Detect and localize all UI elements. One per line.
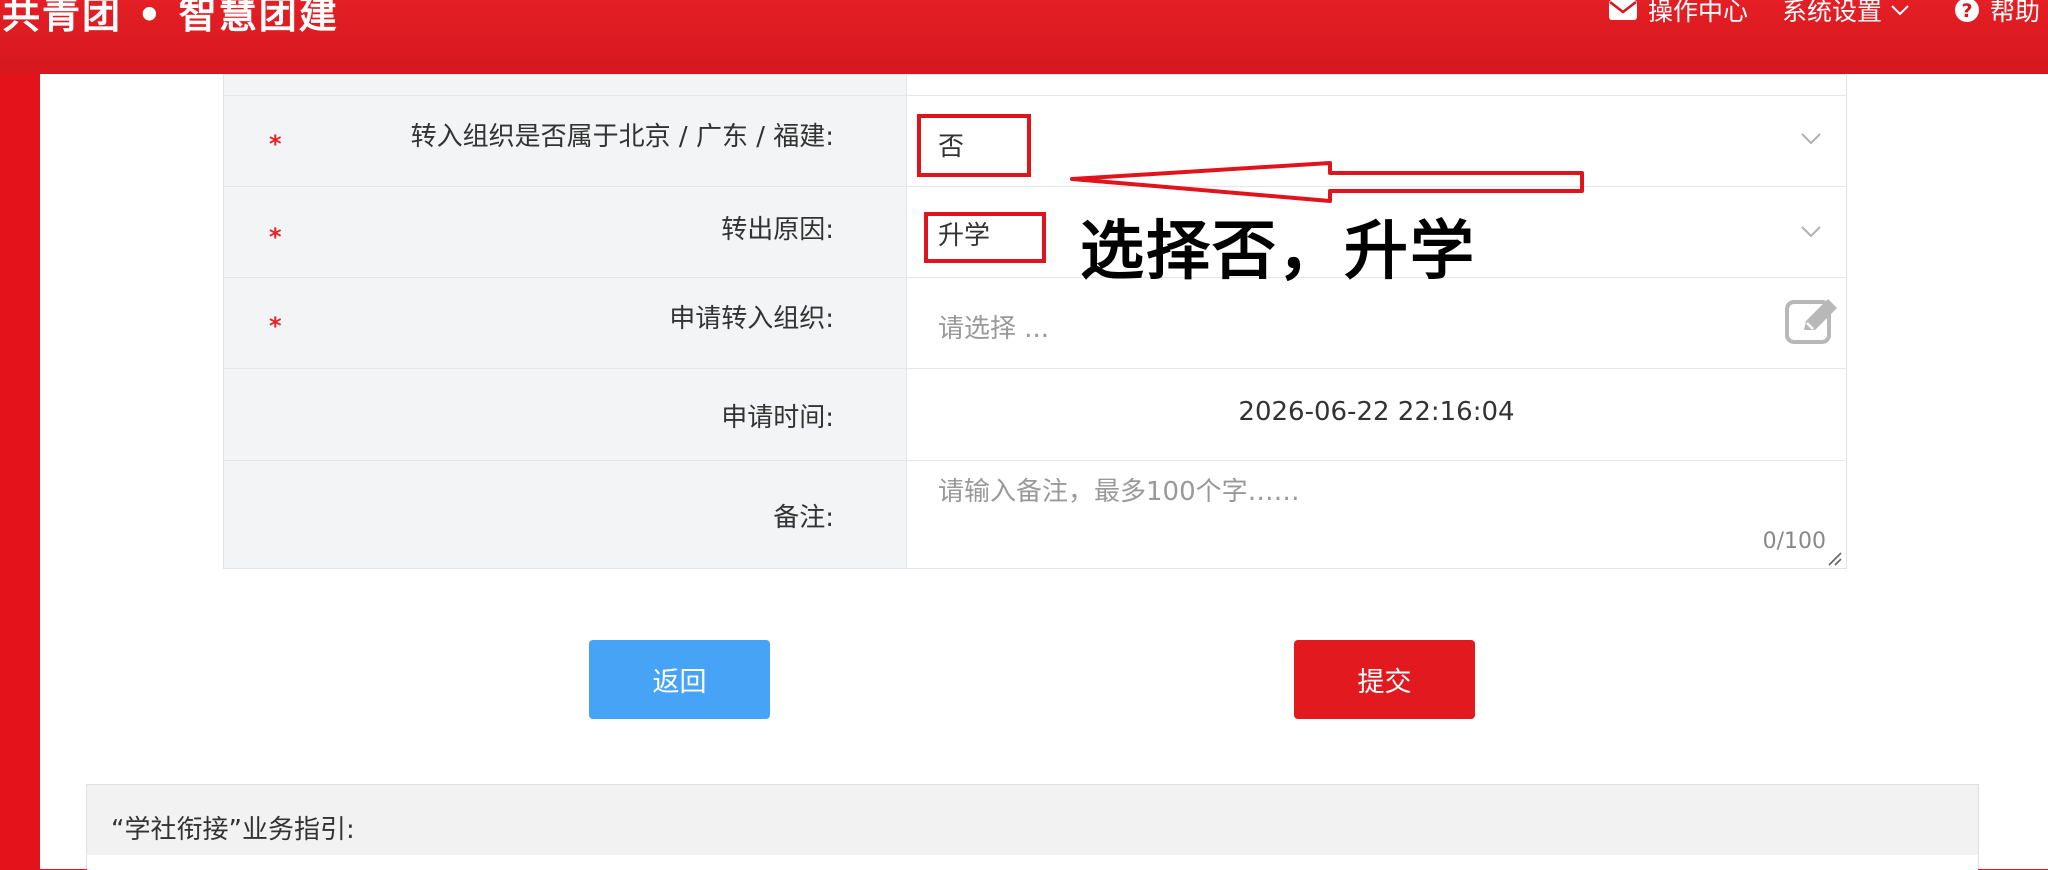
row-time-label: 申请时间: xyxy=(224,369,907,460)
remark-counter: 0/100 xyxy=(1762,529,1826,554)
row-org-label: * 申请转入组织: xyxy=(224,278,907,368)
row-org: * 申请转入组织: 请选择 ... xyxy=(224,277,1846,368)
label-reason: 转出原因: xyxy=(721,215,834,245)
time-value: 2026-06-22 22:16:04 xyxy=(1238,397,1515,427)
main-card: * 转入组织是否属于北京 / 广东 / 福建: 否 * 转出原因: 升学 * 申… xyxy=(40,74,2048,870)
form-row-top xyxy=(224,74,1846,95)
label-beijing: 转入组织是否属于北京 / 广东 / 福建: xyxy=(410,122,834,152)
guide-title: “学社衔接”业务指引: xyxy=(111,815,355,845)
required-mark: * xyxy=(269,312,282,340)
label-time: 申请时间: xyxy=(721,403,834,433)
row-beijing-label: * 转入组织是否属于北京 / 广东 / 福建: xyxy=(224,96,907,186)
label-remark: 备注: xyxy=(773,503,834,533)
form-row-top-label xyxy=(224,75,907,95)
row-remark-label: 备注: xyxy=(224,461,907,568)
required-mark: * xyxy=(269,130,282,158)
guide-panel: “学社衔接”业务指引: xyxy=(86,784,1979,870)
nav-settings-label: 系统设置 xyxy=(1781,0,1882,26)
nav-ops-center[interactable]: 操作中心 xyxy=(1608,0,1748,28)
guide-body xyxy=(87,855,1978,870)
remark-placeholder: 请输入备注，最多100个字…… xyxy=(938,477,1300,507)
nav-ops-center-label: 操作中心 xyxy=(1647,0,1748,26)
chevron-down-icon xyxy=(1801,133,1821,145)
annotation-text: 选择否，升学 xyxy=(1080,215,1476,289)
top-nav: 操作中心 系统设置 ? 帮助 xyxy=(1574,0,2040,28)
row-reason-label: * 转出原因: xyxy=(224,187,907,277)
chevron-down-icon xyxy=(1801,226,1821,238)
svg-text:?: ? xyxy=(1961,0,1972,22)
brand-title: 共青团 • 智慧团建 xyxy=(2,0,339,37)
nav-help-label: 帮助 xyxy=(1989,0,2040,26)
required-mark: * xyxy=(269,223,282,251)
back-button[interactable]: 返回 xyxy=(589,640,770,719)
label-org: 申请转入组织: xyxy=(669,304,834,334)
nav-help[interactable]: ? 帮助 xyxy=(1954,0,2040,28)
top-header: 共青团 • 智慧团建 操作中心 系统设置 ? 帮助 xyxy=(0,0,2048,74)
transfer-form: * 转入组织是否属于北京 / 广东 / 福建: 否 * 转出原因: 升学 * 申… xyxy=(223,74,1847,569)
time-value-cell: 2026-06-22 22:16:04 xyxy=(907,369,1846,460)
row-time: 申请时间: 2026-06-22 22:16:04 xyxy=(224,368,1846,460)
envelope-icon xyxy=(1608,0,1637,20)
annotation-box-reason xyxy=(924,212,1046,263)
chevron-down-icon xyxy=(1891,5,1909,16)
row-remark: 备注: 请输入备注，最多100个字…… 0/100 xyxy=(224,460,1846,568)
row-beijing: * 转入组织是否属于北京 / 广东 / 福建: 否 xyxy=(224,95,1846,186)
select-org-placeholder: 请选择 ... xyxy=(938,314,1050,344)
remark-textarea[interactable]: 请输入备注，最多100个字…… 0/100 xyxy=(907,461,1846,568)
resize-handle-icon[interactable] xyxy=(1826,550,1842,566)
nav-settings[interactable]: 系统设置 xyxy=(1782,0,1920,28)
edit-icon[interactable] xyxy=(1784,296,1842,346)
annotation-box-beijing xyxy=(917,114,1031,177)
help-icon: ? xyxy=(1954,0,1979,22)
form-row-top-value xyxy=(907,75,1846,95)
submit-button[interactable]: 提交 xyxy=(1294,640,1475,719)
